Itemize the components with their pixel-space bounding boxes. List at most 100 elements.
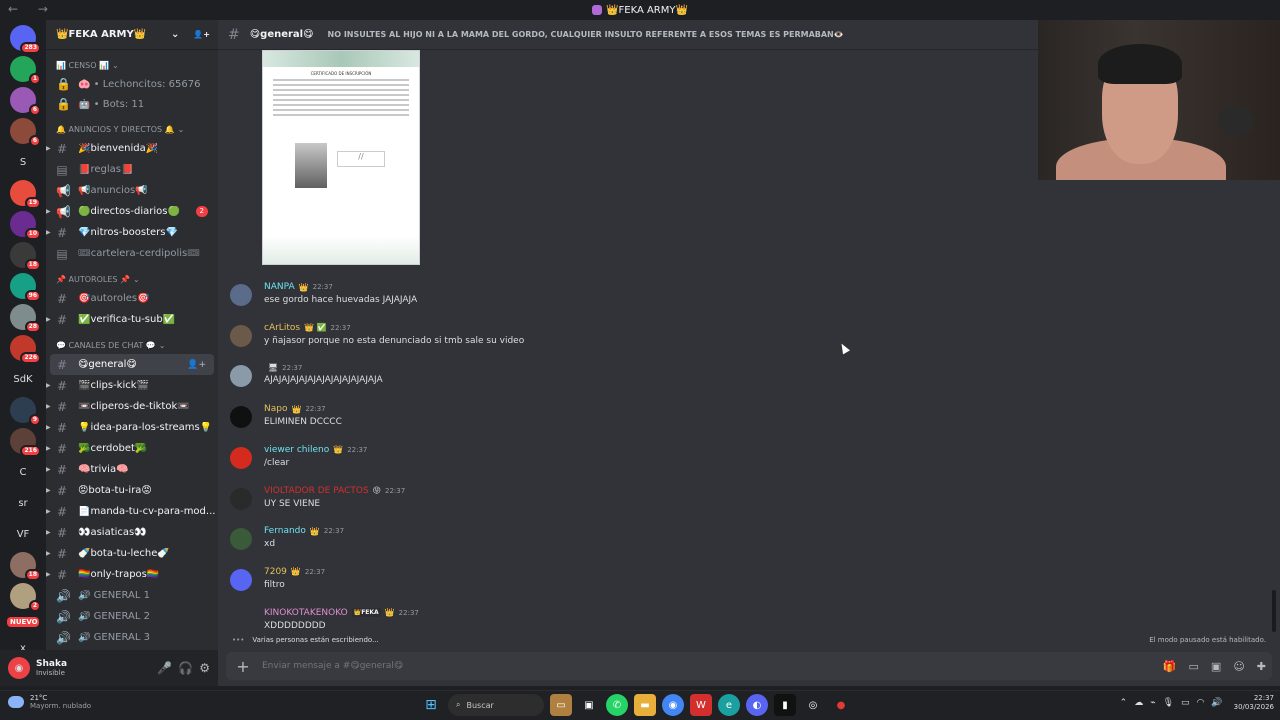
channel-item[interactable]: # 😋general😋 👤+ bbox=[50, 354, 214, 375]
expand-arrow-icon[interactable]: ▶ bbox=[46, 529, 51, 536]
clock[interactable]: 22:37 30/03/2026 bbox=[1234, 694, 1274, 712]
category-header[interactable]: 🔔 ANUNCIOS Y DIRECTOS 🔔 ⌄ bbox=[46, 120, 218, 138]
server-icon[interactable]: 18 bbox=[10, 552, 41, 581]
expand-arrow-icon[interactable]: ▶ bbox=[46, 466, 51, 473]
server-icon[interactable]: VF bbox=[10, 521, 36, 547]
channel-item[interactable]: ▶ # 📄manda-tu-cv-para-mod... bbox=[46, 501, 218, 522]
server-icon[interactable]: 2 bbox=[10, 583, 41, 612]
expand-arrow-icon[interactable]: ▶ bbox=[46, 508, 51, 515]
expand-arrow-icon[interactable]: ▶ bbox=[46, 550, 51, 557]
server-icon[interactable]: S bbox=[10, 149, 36, 175]
avatar[interactable] bbox=[230, 446, 252, 469]
server-icon[interactable]: x bbox=[10, 635, 36, 651]
gift-icon[interactable]: 🎁 bbox=[1163, 660, 1177, 673]
message-input[interactable] bbox=[262, 661, 1151, 671]
invite-icon[interactable]: 👤+ bbox=[187, 360, 206, 370]
server-icon[interactable]: sr bbox=[10, 490, 36, 516]
channel-item[interactable]: 🔊 🔊 GENERAL 2 bbox=[46, 606, 218, 627]
expand-arrow-icon[interactable]: ▶ bbox=[46, 382, 51, 389]
server-icon[interactable]: 10 bbox=[10, 211, 41, 240]
channel-item[interactable]: 🔊 🔊 GENERAL 1 bbox=[46, 585, 218, 606]
wifi-icon[interactable]: ◠ bbox=[1197, 698, 1205, 708]
channel-item[interactable]: ▶ # 👀asiaticas👀 bbox=[46, 522, 218, 543]
expand-arrow-icon[interactable]: ▶ bbox=[46, 445, 51, 452]
cloud-sync-icon[interactable]: ☁ bbox=[1134, 698, 1143, 708]
discord-icon[interactable]: ◐ bbox=[746, 694, 768, 716]
channel-item[interactable]: ▤ 📕reglas📕 bbox=[46, 159, 218, 180]
windows-start-icon[interactable]: ⊞ bbox=[420, 694, 442, 716]
chrome-icon[interactable]: ◉ bbox=[662, 694, 684, 716]
message-author[interactable]: Fernando bbox=[264, 526, 306, 536]
avatar[interactable] bbox=[230, 406, 252, 429]
certificate-image[interactable]: CERTIFICADO DE INSCRIPCIÓN // bbox=[262, 50, 420, 265]
message-author[interactable]: NANPA bbox=[264, 282, 295, 292]
chevron-up-icon[interactable]: ⌃ bbox=[1120, 698, 1128, 708]
add-attachment-button[interactable]: + bbox=[232, 657, 254, 676]
channel-item[interactable]: ▶ # 📼cliperos-de-tiktok📼 bbox=[46, 396, 218, 417]
message-author[interactable]: 7209 bbox=[264, 567, 287, 577]
expand-arrow-icon[interactable]: ▶ bbox=[46, 229, 51, 236]
message-author[interactable]: Napo bbox=[264, 404, 287, 414]
server-icon[interactable]: 28 bbox=[10, 304, 41, 333]
taskbar-search[interactable]: ⌕ Buscar bbox=[448, 694, 544, 716]
channel-item[interactable]: ▶ # 💡idea-para-los-streams💡 bbox=[46, 417, 218, 438]
message-author[interactable]: VIOLTADOR DE PACTOS bbox=[264, 486, 369, 496]
weather-widget[interactable]: 21°C Mayorm. nublado bbox=[8, 694, 91, 710]
avatar[interactable] bbox=[230, 609, 252, 632]
wps-icon[interactable]: W bbox=[690, 694, 712, 716]
channel-item[interactable]: ▶ # 🏳️‍🌈only-trapos🏳️‍🌈 bbox=[46, 564, 218, 585]
message-author[interactable]: viewer chileno bbox=[264, 445, 329, 455]
expand-arrow-icon[interactable]: ▶ bbox=[46, 424, 51, 431]
channel-item[interactable]: ▶ # 💎nitros-boosters💎 bbox=[46, 222, 218, 243]
mic-tray-icon[interactable]: 🎙 bbox=[1163, 698, 1174, 708]
avatar[interactable] bbox=[230, 568, 252, 591]
expand-arrow-icon[interactable]: ▶ bbox=[46, 145, 51, 152]
mic-icon[interactable]: 🎤 bbox=[157, 661, 172, 675]
display-icon[interactable]: ▭ bbox=[1181, 698, 1190, 708]
obs-icon[interactable]: ◎ bbox=[802, 694, 824, 716]
message-author[interactable]: cArLitos bbox=[264, 323, 300, 333]
channel-item[interactable]: ▶ # 🍼bota-tu-leche🍼 bbox=[46, 543, 218, 564]
channel-item[interactable]: ▤ 🎟cartelera-cerdipolis🎟 bbox=[46, 243, 218, 264]
server-icon[interactable]: 1 bbox=[10, 56, 41, 85]
invite-icon[interactable]: 👤+ bbox=[193, 30, 210, 39]
server-icon[interactable]: 6 bbox=[10, 87, 41, 116]
category-header[interactable]: 📊 CENSO 📊 ⌄ bbox=[46, 56, 218, 74]
gif-icon[interactable]: ▭ bbox=[1189, 660, 1199, 673]
server-icon[interactable]: 96 bbox=[10, 273, 41, 302]
headphones-icon[interactable]: 🎧 bbox=[178, 661, 193, 675]
channel-item[interactable]: ▶ # 😡bota-tu-ira😡 bbox=[46, 480, 218, 501]
task-view-icon[interactable]: ▣ bbox=[578, 694, 600, 716]
server-icon[interactable]: SdK bbox=[10, 366, 36, 392]
expand-arrow-icon[interactable]: ▶ bbox=[46, 571, 51, 578]
channel-item[interactable]: 🔊 🔊 GENERAL 3 bbox=[46, 627, 218, 648]
channel-item[interactable]: ▶ 📢 🟢directos-diarios🟢 2 bbox=[46, 201, 218, 222]
channel-item[interactable]: # 🎯autoroles🎯 bbox=[46, 288, 218, 309]
server-header[interactable]: 👑FEKA ARMY👑 ⌄ 👤+ bbox=[46, 20, 218, 50]
whatsapp-icon[interactable]: ✆ bbox=[606, 694, 628, 716]
server-icon[interactable]: 226 bbox=[10, 335, 41, 364]
channel-item[interactable]: ▶ # ✅verifica-tu-sub✅ bbox=[46, 309, 218, 330]
channel-item[interactable]: ▶ # 🥦cerdobet🥦 bbox=[46, 438, 218, 459]
sticker-icon[interactable]: ▣ bbox=[1211, 660, 1221, 673]
server-icon[interactable]: 6 bbox=[10, 118, 41, 147]
folder-icon[interactable]: ▬ bbox=[634, 694, 656, 716]
server-icon[interactable]: 9 bbox=[10, 397, 41, 426]
server-icon[interactable]: 19 bbox=[10, 180, 41, 209]
avatar[interactable] bbox=[230, 487, 252, 510]
gear-icon[interactable]: ⚙ bbox=[199, 661, 210, 675]
avatar[interactable] bbox=[230, 324, 252, 347]
message-author[interactable]: KINOKOTAKENOKO bbox=[264, 608, 348, 618]
channel-item[interactable]: ▶ # 🎉bienvenida🎉 bbox=[46, 138, 218, 159]
expand-arrow-icon[interactable]: ▶ bbox=[46, 487, 51, 494]
category-header[interactable]: 📌 AUTOROLES 📌 ⌄ bbox=[46, 270, 218, 288]
speaker-icon[interactable]: 🔊 bbox=[1211, 698, 1222, 708]
scrollbar[interactable] bbox=[1272, 590, 1276, 632]
usb-icon[interactable]: ⌁ bbox=[1150, 698, 1155, 708]
server-icon[interactable]: 216 bbox=[10, 428, 41, 457]
server-icon[interactable]: 18 bbox=[10, 242, 41, 271]
record-icon[interactable]: ● bbox=[830, 694, 852, 716]
avatar[interactable] bbox=[230, 284, 252, 306]
expand-arrow-icon[interactable]: ▶ bbox=[46, 316, 51, 323]
channel-item[interactable]: 🔒 🤖 • Bots: 11 bbox=[46, 94, 218, 114]
